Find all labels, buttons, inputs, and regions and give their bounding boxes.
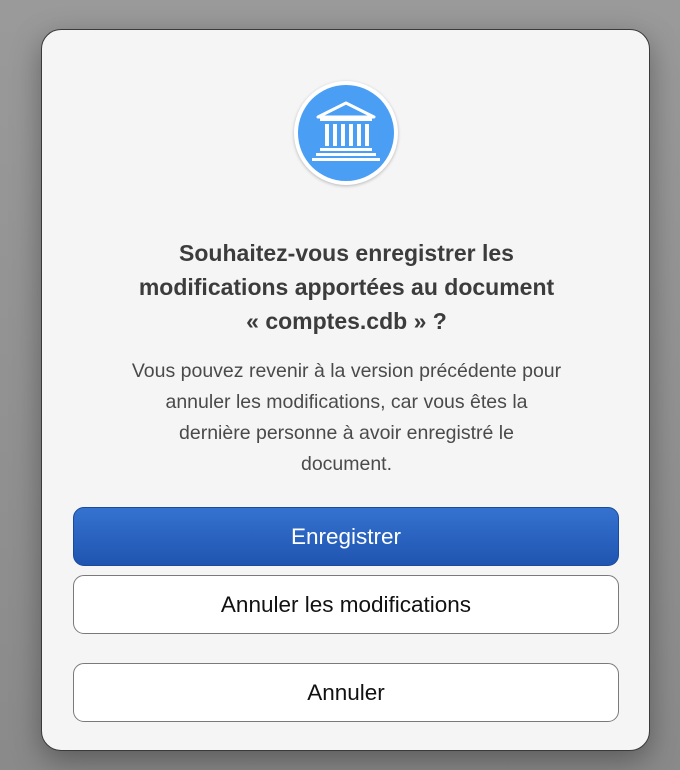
- save-changes-dialog: Souhaitez-vous enregistrer les modificat…: [41, 29, 650, 751]
- discard-changes-button[interactable]: Annuler les modifications: [73, 575, 619, 634]
- bank-building-icon: [312, 101, 380, 161]
- cancel-button[interactable]: Annuler: [73, 663, 619, 722]
- dialog-message: Vous pouvez revenir à la version précéde…: [131, 360, 562, 475]
- app-icon: [294, 81, 398, 185]
- dialog-title: Souhaitez-vous enregistrer les modificat…: [138, 240, 555, 334]
- save-button[interactable]: Enregistrer: [73, 507, 619, 566]
